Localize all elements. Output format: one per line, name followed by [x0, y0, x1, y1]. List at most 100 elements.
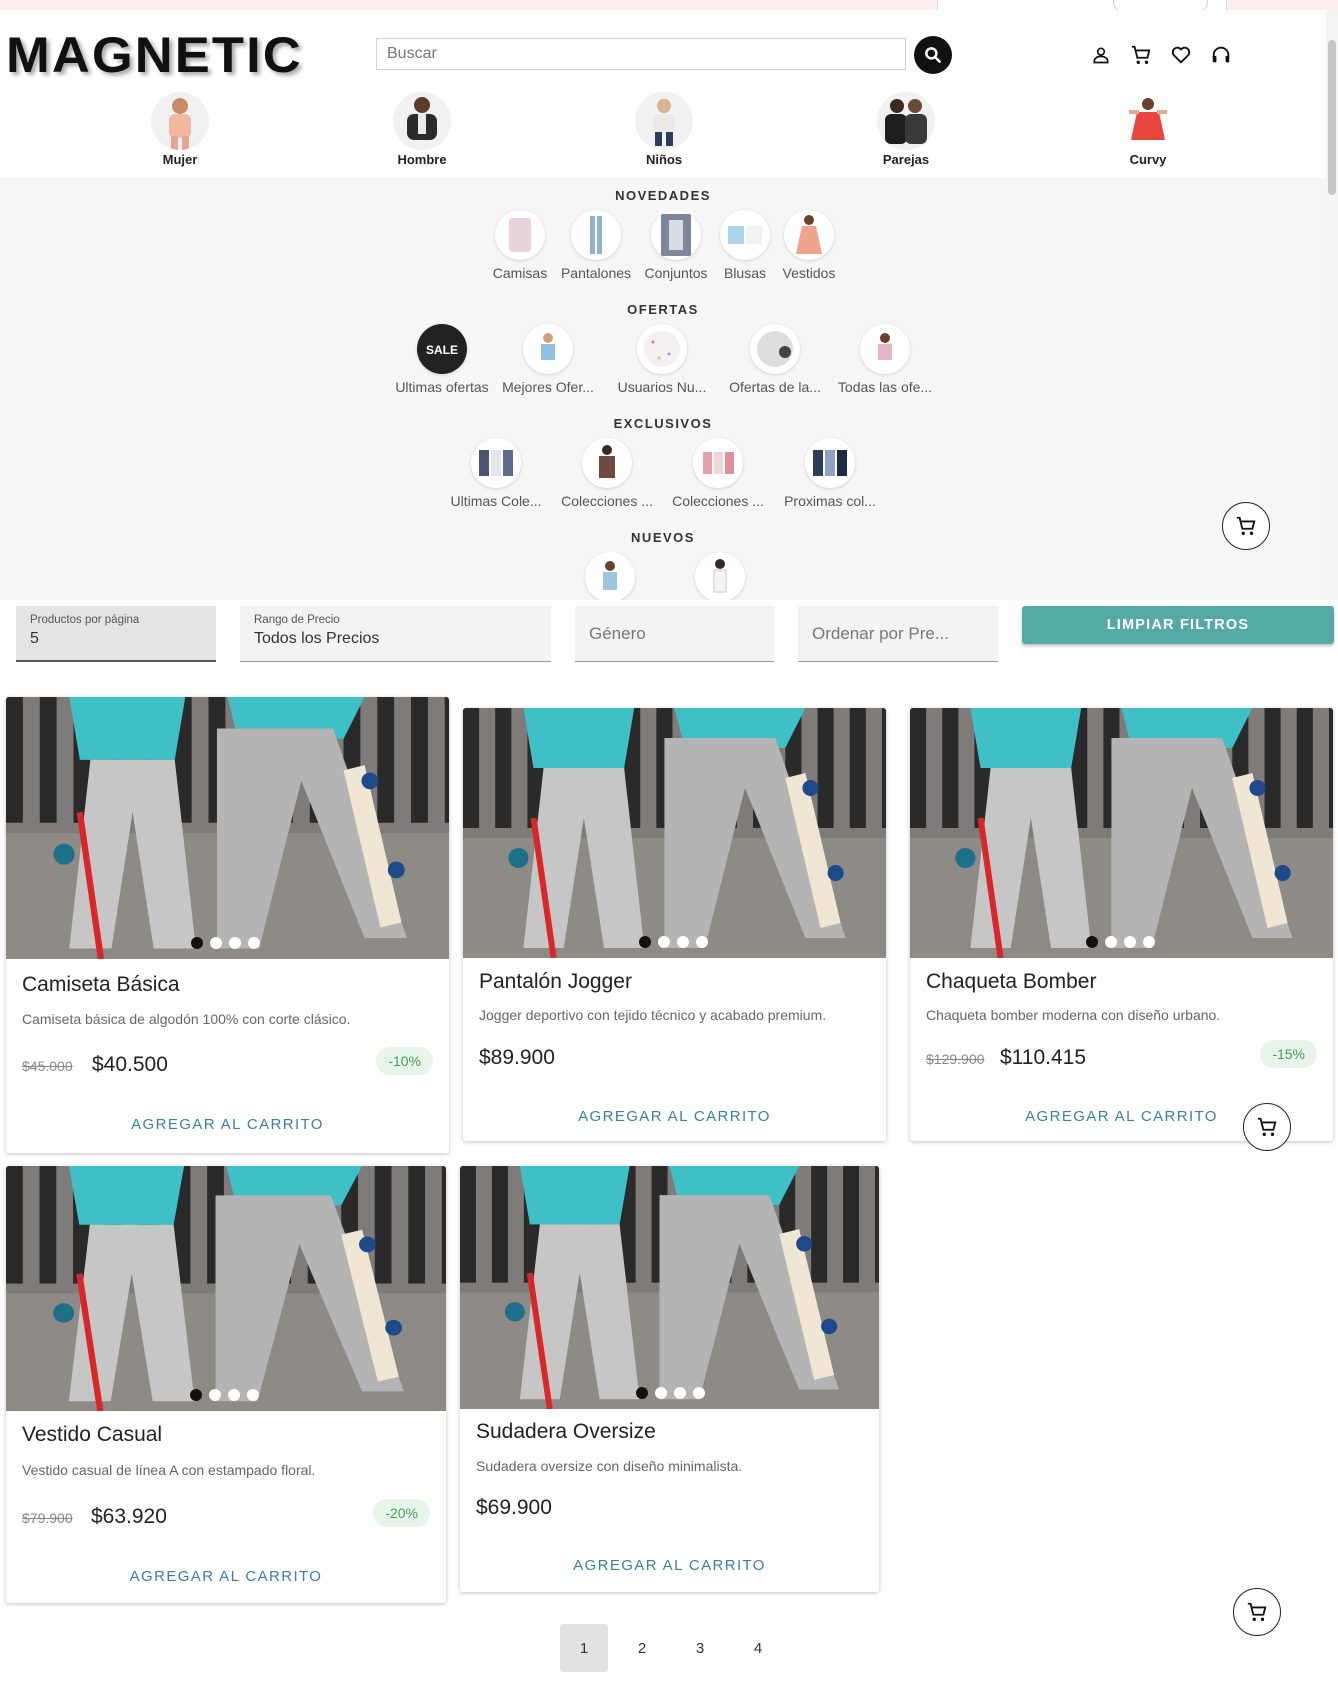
mega-menu: NOVEDADES Camisas Pantalones Conjuntos B…: [0, 178, 1326, 600]
cart-icon: [1247, 1602, 1267, 1621]
sub-item-ultimas-colecciones[interactable]: Ultimas Cole...: [446, 438, 546, 509]
product-card[interactable]: Sudadera Oversize Sudadera oversize con …: [460, 1166, 879, 1592]
product-old-price: $45.000: [22, 1058, 73, 1074]
floating-cart-button[interactable]: [1222, 502, 1270, 550]
category-label: Curvy: [1129, 152, 1167, 167]
product-image[interactable]: [910, 708, 1333, 958]
sub-item-image: [582, 438, 632, 488]
category-label: Mujer: [162, 152, 198, 167]
product-card[interactable]: Vestido Casual Vestido casual de línea A…: [6, 1166, 446, 1603]
section-title-ofertas: OFERTAS: [627, 302, 699, 317]
category-image: [635, 92, 693, 150]
svg-text:SALE: SALE: [426, 343, 458, 357]
search-button[interactable]: [914, 36, 952, 74]
product-price: $110.415: [1000, 1046, 1087, 1069]
product-title: Pantalón Jogger: [479, 970, 632, 993]
category-parejas[interactable]: Parejas: [846, 92, 966, 167]
sub-item-nuevo-2[interactable]: [670, 552, 770, 600]
price-range-label: Rango de Precio: [254, 614, 340, 626]
filter-bar: Productos por página 5 Rango de Precio T…: [0, 600, 1338, 670]
sub-item-image: [693, 438, 743, 488]
cart-icon: [1257, 1117, 1277, 1136]
add-to-cart-button[interactable]: AGREGAR AL CARRITO: [460, 1557, 879, 1574]
brand-logo[interactable]: MAGNETIC: [6, 26, 303, 84]
sub-item-ofertas-de-la[interactable]: Ofertas de la...: [725, 324, 825, 395]
scrollbar-thumb[interactable]: [1328, 40, 1336, 195]
sub-item-image: [860, 324, 910, 374]
menu-scrollbar[interactable]: [1326, 10, 1338, 600]
sub-item-label: Ofertas de la...: [729, 379, 821, 395]
search-input[interactable]: Buscar: [376, 38, 906, 70]
page-button-3[interactable]: 3: [676, 1624, 724, 1672]
heart-icon[interactable]: [1170, 44, 1192, 66]
carousel-dots[interactable]: [190, 1389, 259, 1401]
product-image[interactable]: [463, 708, 886, 958]
category-image: [393, 92, 451, 150]
sub-item-mejores-ofertas[interactable]: Mejores Ofer...: [498, 324, 598, 395]
sub-item-label: Todas las ofe...: [837, 379, 933, 395]
product-price: $63.920: [91, 1505, 167, 1528]
product-image[interactable]: [460, 1166, 879, 1409]
product-card[interactable]: Chaqueta Bomber Chaqueta bomber moderna …: [910, 708, 1333, 1141]
sub-item-image: SALE: [417, 324, 467, 374]
category-ninos[interactable]: Niños: [604, 92, 724, 167]
sub-item-image: [571, 210, 621, 260]
page-button-2[interactable]: 2: [618, 1624, 666, 1672]
sort-select[interactable]: Ordenar por Pre...: [798, 606, 998, 662]
sub-item-nuevo-1[interactable]: [560, 552, 660, 600]
section-title-exclusivos: EXCLUSIVOS: [613, 416, 713, 431]
nuevos-row: [0, 552, 1326, 600]
sub-item-usuarios-nuevos[interactable]: Usuarios Nu...: [612, 324, 712, 395]
product-price: $69.900: [476, 1496, 552, 1519]
sub-item-vestidos[interactable]: Vestidos: [759, 210, 859, 281]
product-old-price: $129.900: [926, 1051, 985, 1067]
carousel-dots[interactable]: [636, 1387, 705, 1399]
headset-icon[interactable]: [1210, 44, 1232, 66]
product-title: Chaqueta Bomber: [926, 970, 1097, 993]
sub-item-image: [495, 210, 545, 260]
clear-filters-button[interactable]: LIMPIAR FILTROS: [1022, 606, 1334, 644]
cart-icon: [1236, 516, 1256, 535]
page-button-4[interactable]: 4: [734, 1624, 782, 1672]
sub-item-colecciones-2[interactable]: Colecciones ...: [668, 438, 768, 509]
category-hombre[interactable]: Hombre: [362, 92, 482, 167]
sub-item-label: Usuarios Nu...: [617, 379, 707, 395]
add-to-cart-button[interactable]: AGREGAR AL CARRITO: [463, 1108, 886, 1125]
floating-cart-button[interactable]: [1233, 1588, 1281, 1636]
product-image[interactable]: [6, 697, 449, 959]
product-description: Jogger deportivo con tejido técnico y ac…: [479, 1007, 827, 1023]
carousel-dots[interactable]: [1086, 936, 1155, 948]
sub-item-label: Ultimas Cole...: [450, 493, 542, 509]
category-mujer[interactable]: Mujer: [120, 92, 240, 167]
product-description: Camiseta básica de algodón 100% con cort…: [22, 1011, 351, 1027]
sub-item-ultimas-ofertas[interactable]: SALE Ultimas ofertas: [392, 324, 492, 395]
add-to-cart-button[interactable]: AGREGAR AL CARRITO: [6, 1116, 449, 1133]
sub-item-todas-las-ofertas[interactable]: Todas las ofe...: [835, 324, 935, 395]
add-to-cart-button[interactable]: AGREGAR AL CARRITO: [6, 1568, 446, 1585]
product-card[interactable]: Camiseta Básica Camiseta básica de algod…: [6, 697, 449, 1153]
section-title-novedades: NOVEDADES: [615, 188, 711, 203]
pagination: 1 2 3 4: [560, 1624, 782, 1672]
sub-item-proximas-colecciones[interactable]: Proximas col...: [780, 438, 880, 509]
product-card[interactable]: Pantalón Jogger Jogger deportivo con tej…: [463, 708, 886, 1141]
carousel-dots[interactable]: [191, 937, 260, 949]
sub-item-label: Ultimas ofertas: [395, 379, 489, 395]
user-icon[interactable]: [1090, 44, 1112, 66]
per-page-select[interactable]: Productos por página 5: [16, 606, 216, 662]
sub-item-colecciones-1[interactable]: Colecciones ...: [557, 438, 657, 509]
category-row: Mujer Hombre Niños Parejas Curvy: [0, 92, 1326, 182]
product-image[interactable]: [6, 1166, 446, 1411]
price-range-select[interactable]: Rango de Precio Todos los Precios: [240, 606, 551, 662]
header-icons: [1090, 44, 1232, 66]
discount-badge: -15%: [1260, 1040, 1317, 1068]
page-button-1[interactable]: 1: [560, 1624, 608, 1672]
carousel-dots[interactable]: [639, 936, 708, 948]
cart-icon[interactable]: [1130, 44, 1152, 66]
product-description: Sudadera oversize con diseño minimalista…: [476, 1458, 743, 1474]
product-description: Chaqueta bomber moderna con diseño urban…: [926, 1007, 1221, 1023]
floating-cart-button[interactable]: [1243, 1103, 1291, 1151]
category-curvy[interactable]: Curvy: [1088, 92, 1208, 167]
sub-item-image: [523, 324, 573, 374]
sub-item-label: Proximas col...: [784, 493, 876, 509]
gender-select[interactable]: Género: [575, 606, 774, 662]
